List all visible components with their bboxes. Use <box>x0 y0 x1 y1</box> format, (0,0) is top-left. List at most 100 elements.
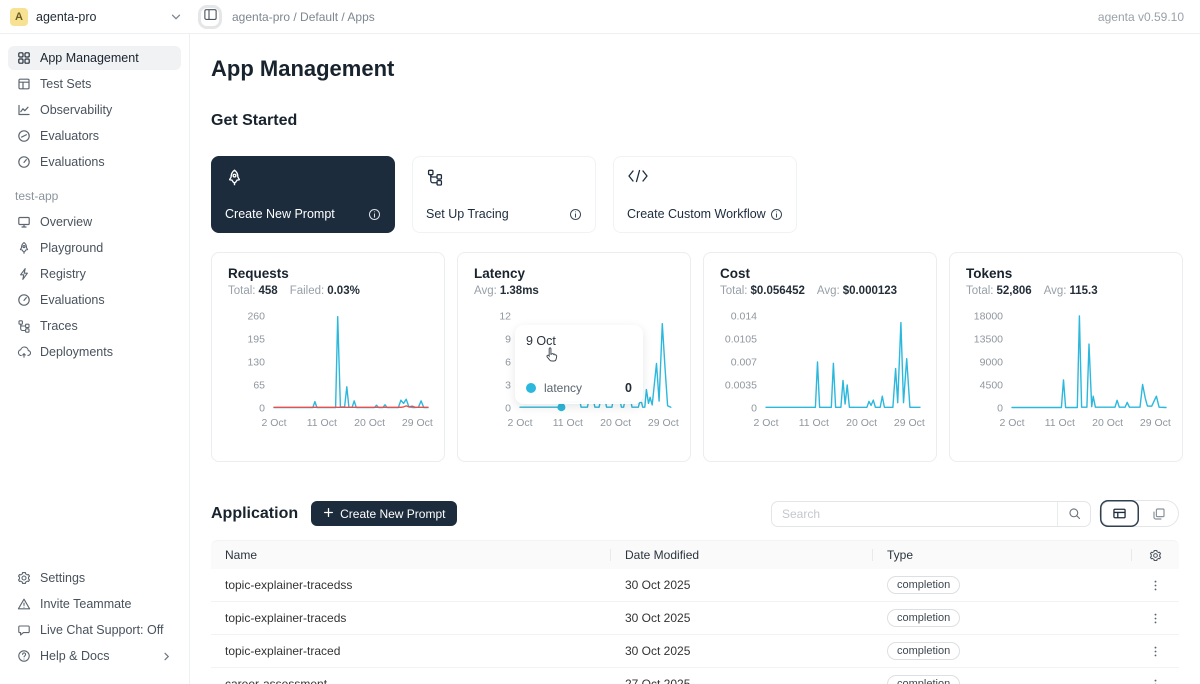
sidebar-item-registry[interactable]: Registry <box>8 262 181 286</box>
app-date-modified: 27 Oct 2025 <box>611 677 873 684</box>
create-custom-workflow-card[interactable]: Create Custom Workflow <box>613 156 797 233</box>
sidebar-item-app-management[interactable]: App Management <box>8 46 181 70</box>
sidebar-item-evaluators[interactable]: Evaluators <box>8 124 181 148</box>
app-type: completion <box>873 642 1132 660</box>
sidebar-item-deployments[interactable]: Deployments <box>8 340 181 364</box>
sidebar-item-settings[interactable]: Settings <box>8 566 181 590</box>
app-name: topic-explainer-traceds <box>211 611 611 625</box>
type-badge: completion <box>887 609 960 627</box>
info-icon[interactable] <box>569 208 582 221</box>
cloud-icon <box>17 345 31 359</box>
svg-text:12: 12 <box>499 311 511 323</box>
app-date-modified: 30 Oct 2025 <box>611 578 873 592</box>
svg-text:9: 9 <box>505 334 511 346</box>
svg-text:0.0035: 0.0035 <box>725 380 757 392</box>
table-row[interactable]: career-assessment 27 Oct 2025 completion <box>211 668 1179 684</box>
sidebar-item-app-evaluations[interactable]: Evaluations <box>8 288 181 312</box>
sidebar-toggle-button[interactable] <box>198 5 222 29</box>
latency-card: Latency Avg:1.38ms 0369122 Oct11 Oct20 O… <box>457 252 691 462</box>
gear-icon <box>17 571 31 585</box>
sidebar-item-evaluations[interactable]: Evaluations <box>8 150 181 174</box>
sidebar-item-label: Deployments <box>40 345 113 359</box>
table-row[interactable]: topic-explainer-traceds 30 Oct 2025 comp… <box>211 602 1179 635</box>
svg-text:0: 0 <box>505 403 511 415</box>
row-menu-button[interactable] <box>1132 645 1179 658</box>
get-started-heading: Get Started <box>211 111 1179 131</box>
tokens-card: Tokens Total:52,806 Avg:115.3 0450090001… <box>949 252 1183 462</box>
svg-text:130: 130 <box>247 357 265 369</box>
info-icon[interactable] <box>368 208 381 221</box>
svg-text:20 Oct: 20 Oct <box>600 417 631 429</box>
column-settings-button[interactable] <box>1132 541 1179 569</box>
type-badge: completion <box>887 576 960 594</box>
sidebar-item-label: Settings <box>40 571 85 585</box>
panel-left-icon <box>203 7 218 27</box>
metrics-row: Requests Total:458 Failed:0.03% 06513019… <box>211 252 1179 462</box>
svg-text:0: 0 <box>997 403 1003 415</box>
set-up-tracing-card[interactable]: Set Up Tracing <box>412 156 596 233</box>
workspace-selector[interactable]: A agenta-pro <box>10 8 182 26</box>
create-new-prompt-card[interactable]: Create New Prompt <box>211 156 395 233</box>
app-type: completion <box>873 675 1132 684</box>
sidebar-item-label: Evaluations <box>40 155 105 169</box>
row-menu-button[interactable] <box>1132 612 1179 625</box>
search-icon[interactable] <box>1057 502 1090 526</box>
search-input[interactable] <box>772 507 1057 521</box>
metric-title: Tokens <box>966 266 1166 281</box>
sidebar-item-help-docs[interactable]: Help & Docs <box>8 644 181 668</box>
svg-text:2 Oct: 2 Oct <box>261 417 286 429</box>
create-new-prompt-button[interactable]: Create New Prompt <box>311 501 457 526</box>
svg-text:9000: 9000 <box>980 357 1004 369</box>
sidebar-item-label: Help & Docs <box>40 649 109 663</box>
speedometer-icon <box>17 155 31 169</box>
app-name: topic-explainer-traced <box>211 644 611 658</box>
metric-stats: Total:$0.056452 Avg:$0.000123 <box>720 285 920 297</box>
app-type: completion <box>873 576 1132 594</box>
search-box <box>771 501 1091 527</box>
lightning-icon <box>17 267 31 281</box>
sidebar-item-invite-teammate[interactable]: Invite Teammate <box>8 592 181 616</box>
sidebar-item-overview[interactable]: Overview <box>8 210 181 234</box>
info-icon[interactable] <box>770 208 783 221</box>
row-menu-button[interactable] <box>1132 678 1179 684</box>
metric-stats: Total:458 Failed:0.03% <box>228 285 428 297</box>
sidebar-item-test-sets[interactable]: Test Sets <box>8 72 181 96</box>
requests-card: Requests Total:458 Failed:0.03% 06513019… <box>211 252 445 462</box>
column-header-date-modified[interactable]: Date Modified <box>611 541 873 569</box>
tooltip-series-row: latency 0 <box>526 381 632 395</box>
svg-text:0.007: 0.007 <box>731 357 757 369</box>
card-view-button[interactable] <box>1139 500 1178 527</box>
table-view-button[interactable] <box>1100 500 1139 527</box>
table-icon <box>17 77 31 91</box>
breadcrumb[interactable]: agenta-pro / Default / Apps <box>232 10 375 24</box>
svg-text:0: 0 <box>259 403 265 415</box>
chevron-right-icon <box>161 651 172 662</box>
get-started-cards: Create New Prompt Set Up Tracing Create … <box>211 156 1179 233</box>
svg-text:29 Oct: 29 Oct <box>1140 417 1171 429</box>
sidebar-item-observability[interactable]: Observability <box>8 98 181 122</box>
requests-chart[interactable]: 0651301952602 Oct11 Oct20 Oct29 Oct <box>228 306 434 432</box>
table-row[interactable]: topic-explainer-tracedss 30 Oct 2025 com… <box>211 569 1179 602</box>
table-row[interactable]: topic-explainer-traced 30 Oct 2025 compl… <box>211 635 1179 668</box>
cost-chart[interactable]: 00.00350.0070.01050.0142 Oct11 Oct20 Oct… <box>720 306 926 432</box>
sidebar-item-playground[interactable]: Playground <box>8 236 181 260</box>
sidebar: App Management Test Sets Observability E… <box>0 34 190 684</box>
tree-icon <box>17 319 31 333</box>
series-name: latency <box>544 381 582 395</box>
svg-text:195: 195 <box>247 334 265 346</box>
series-dot <box>526 383 536 393</box>
view-toggle <box>1099 500 1179 527</box>
card-label: Create Custom Workflow <box>627 207 766 221</box>
speedometer-icon <box>17 293 31 307</box>
sidebar-item-traces[interactable]: Traces <box>8 314 181 338</box>
table-header: Name Date Modified Type <box>211 540 1179 569</box>
column-header-name[interactable]: Name <box>211 541 611 569</box>
rocket-icon <box>17 241 31 255</box>
svg-text:4500: 4500 <box>980 380 1004 392</box>
row-menu-button[interactable] <box>1132 579 1179 592</box>
sidebar-item-live-chat[interactable]: Live Chat Support: Off <box>8 618 181 642</box>
column-header-type[interactable]: Type <box>873 541 1132 569</box>
sidebar-item-label: Overview <box>40 215 92 229</box>
tokens-chart[interactable]: 04500900013500180002 Oct11 Oct20 Oct29 O… <box>966 306 1172 432</box>
monitor-icon <box>17 215 31 229</box>
